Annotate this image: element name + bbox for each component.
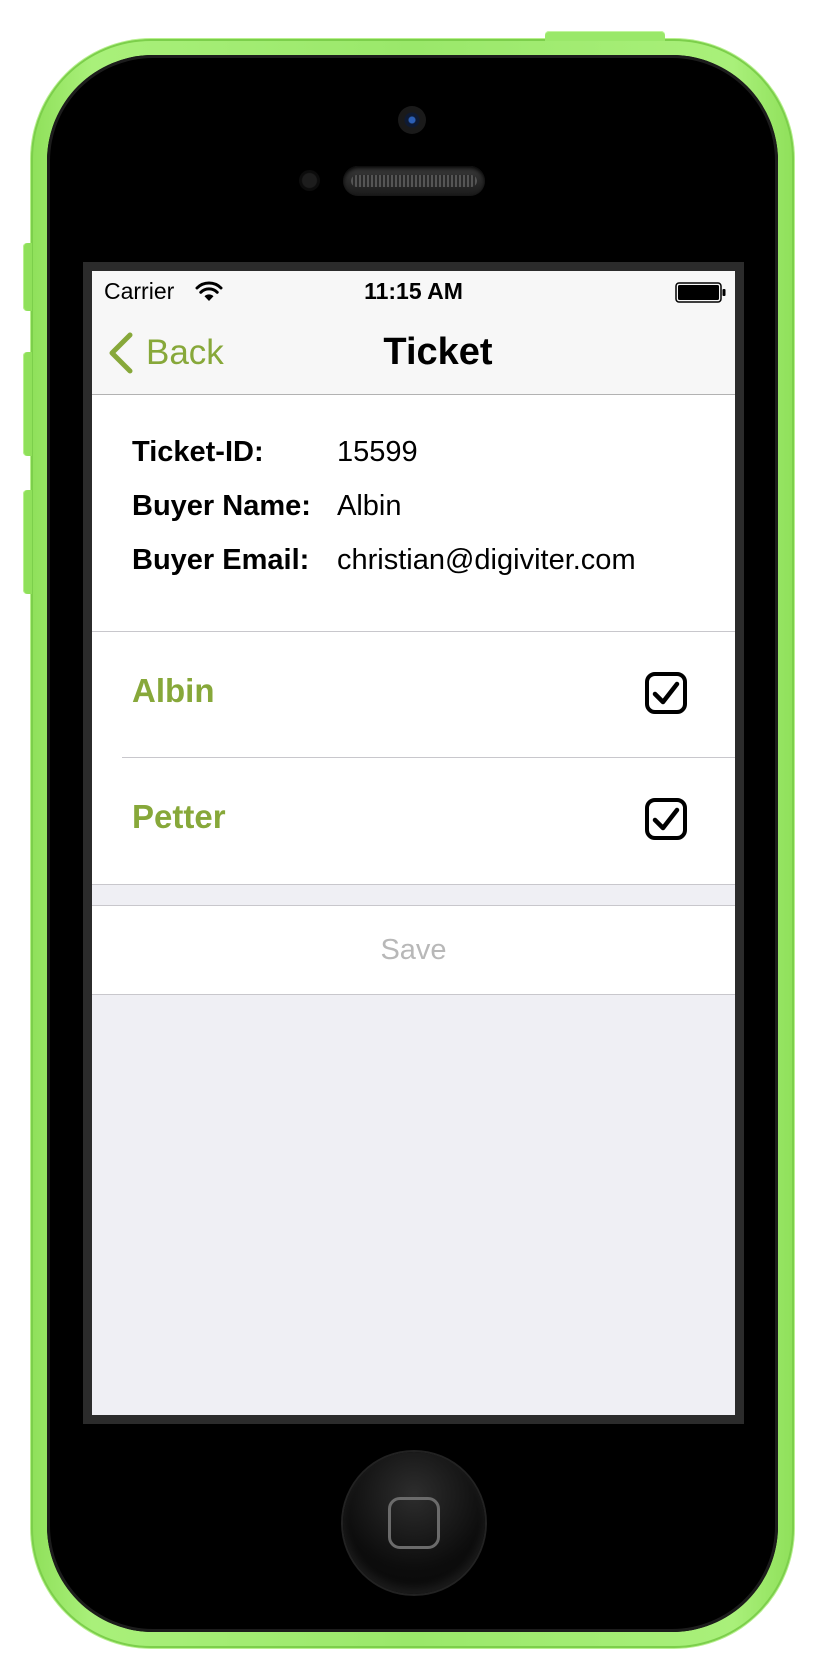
buyer-email-value: christian@digiviter.com bbox=[337, 543, 636, 576]
home-square-icon bbox=[388, 1497, 440, 1549]
mute-switch bbox=[23, 243, 32, 311]
checkbox-checked-icon[interactable] bbox=[645, 672, 687, 714]
home-button[interactable] bbox=[343, 1452, 485, 1594]
page-title: Ticket bbox=[383, 331, 493, 373]
buyer-name-label: Buyer Name: bbox=[132, 489, 311, 522]
save-button[interactable]: Save bbox=[92, 906, 735, 994]
checkbox-checked-icon[interactable] bbox=[645, 798, 687, 840]
list-item[interactable]: Petter bbox=[92, 758, 735, 884]
screen-content: Carrier 11:15 AM Back Ticket Ticket-ID: … bbox=[92, 271, 735, 1415]
buyer-email-row: Buyer Email: christian@digiviter.com bbox=[132, 540, 636, 580]
attendee-list: Albin Petter bbox=[92, 632, 735, 885]
screen: Carrier 11:15 AM Back Ticket Ticket-ID: … bbox=[83, 262, 744, 1424]
power-button bbox=[545, 31, 665, 41]
battery-icon bbox=[675, 282, 726, 303]
ticket-id-row: Ticket-ID: 15599 bbox=[132, 432, 418, 472]
buyer-email-label: Buyer Email: bbox=[132, 543, 310, 576]
ticket-info-section: Ticket-ID: 15599 Buyer Name: Albin Buyer… bbox=[92, 395, 735, 632]
front-camera bbox=[398, 106, 426, 134]
volume-up-button bbox=[23, 352, 32, 456]
proximity-sensor bbox=[299, 170, 320, 191]
save-section: Save bbox=[92, 905, 735, 995]
attendee-name: Albin bbox=[132, 672, 215, 709]
status-time: 11:15 AM bbox=[364, 278, 463, 304]
buyer-name-row: Buyer Name: Albin bbox=[132, 486, 402, 526]
status-bar: Carrier 11:15 AM bbox=[92, 271, 735, 313]
buyer-name-value: Albin bbox=[337, 489, 402, 522]
ticket-id-value: 15599 bbox=[337, 435, 418, 468]
navigation-bar: Back Ticket bbox=[92, 313, 735, 395]
volume-down-button bbox=[23, 490, 32, 594]
attendee-name: Petter bbox=[132, 798, 226, 835]
earpiece-speaker bbox=[343, 166, 485, 196]
ticket-id-label: Ticket-ID: bbox=[132, 435, 264, 468]
list-item[interactable]: Albin bbox=[92, 632, 735, 758]
